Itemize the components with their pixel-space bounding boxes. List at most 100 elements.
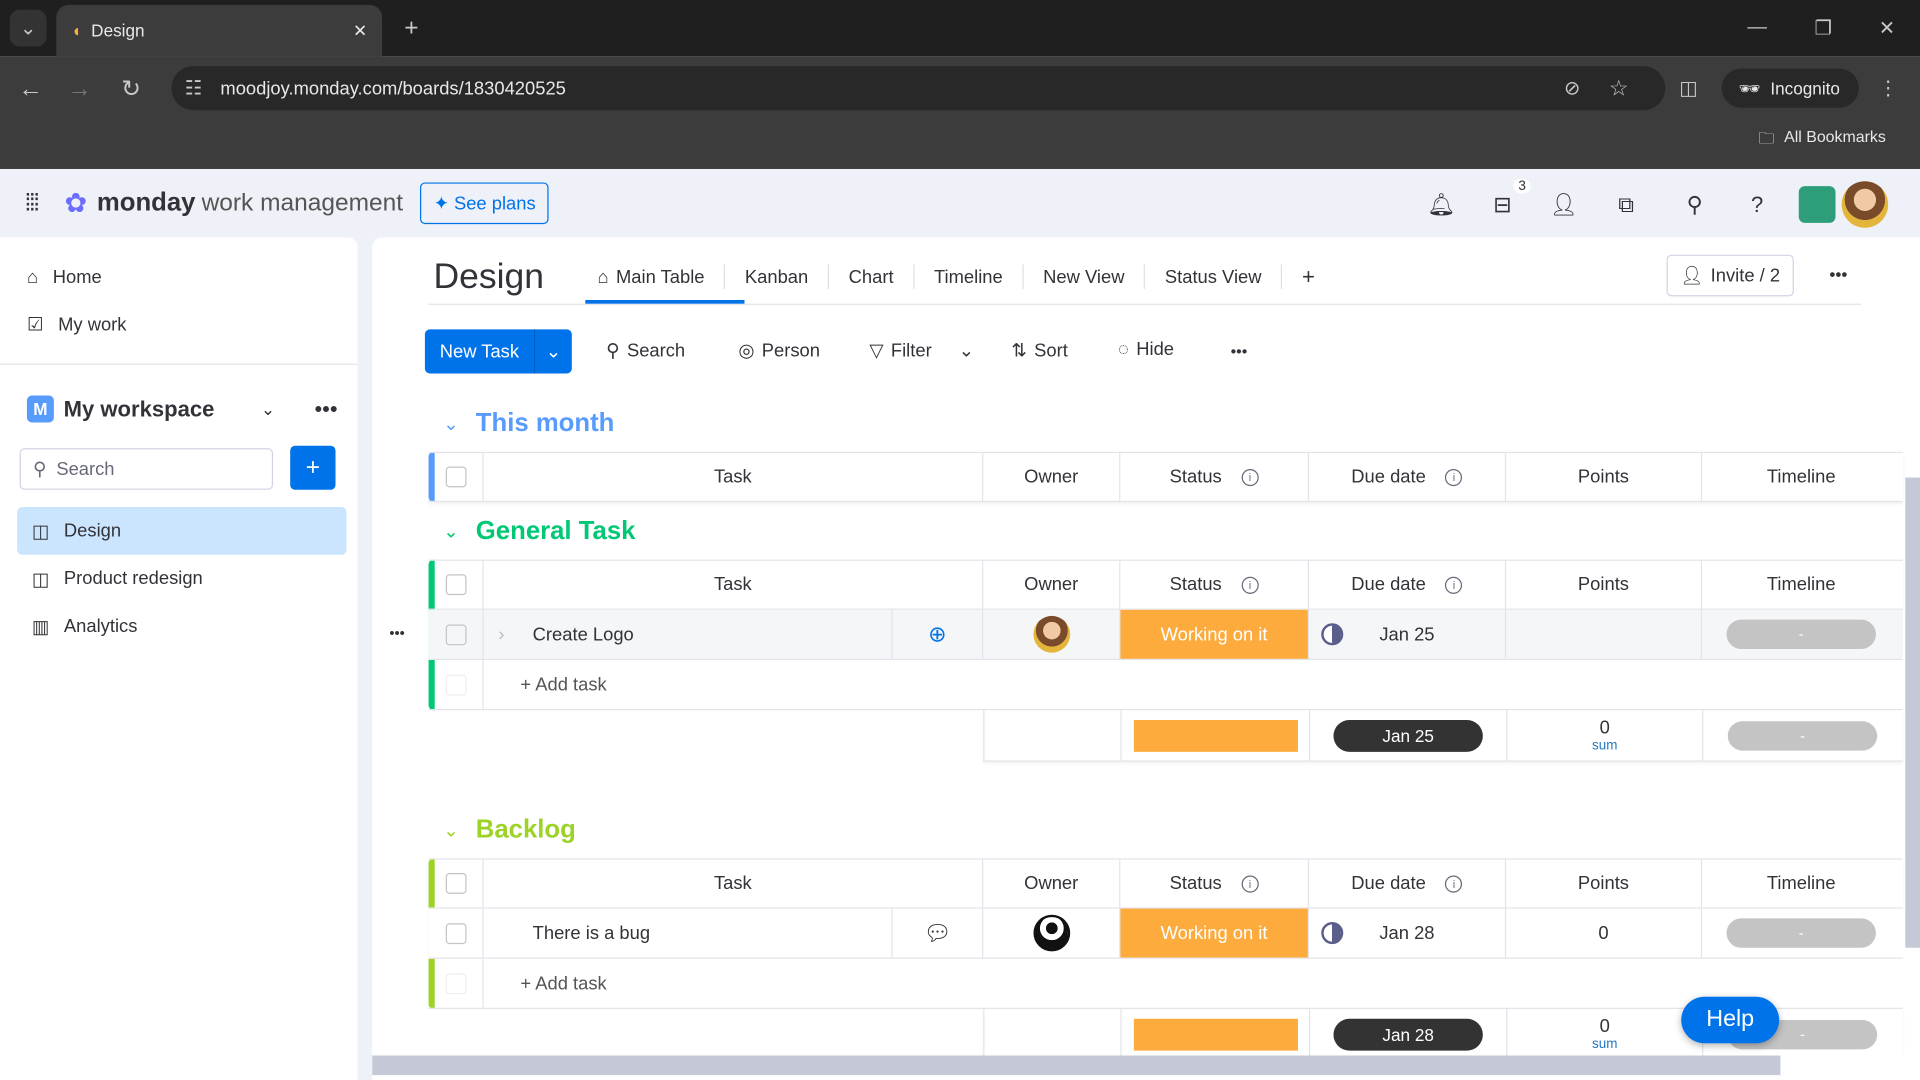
timeline-cell[interactable]: -: [1702, 610, 1900, 659]
browser-tab[interactable]: ◖ Design ✕: [56, 4, 383, 57]
person-filter-button[interactable]: ◎ Person: [738, 339, 820, 361]
help-button[interactable]: Help: [1681, 996, 1780, 1044]
table-row[interactable]: › Create Logo ⊕ Working on it Jan 25 -: [428, 609, 1903, 661]
forward-icon[interactable]: →: [64, 73, 96, 105]
group-title[interactable]: Backlog: [476, 816, 576, 845]
conversation-icon[interactable]: ⊕: [891, 609, 984, 659]
close-window-icon[interactable]: ✕: [1869, 12, 1906, 44]
due-date-cell[interactable]: Jan 28: [1309, 908, 1507, 958]
column-header-due-date[interactable]: Due date i: [1309, 859, 1507, 908]
info-icon[interactable]: i: [1445, 874, 1463, 893]
conversation-icon[interactable]: 💬︎: [891, 908, 984, 958]
help-icon[interactable]: ?: [1741, 189, 1773, 221]
info-icon[interactable]: i: [1241, 468, 1259, 486]
all-bookmarks[interactable]: 🗀 All Bookmarks: [1758, 127, 1885, 154]
column-header-timeline[interactable]: Timeline: [1702, 561, 1900, 609]
reload-icon[interactable]: ↻: [115, 73, 147, 105]
info-icon[interactable]: i: [1241, 576, 1259, 594]
group-header[interactable]: ⌄ Backlog: [443, 816, 576, 845]
board-more-icon[interactable]: •••: [1829, 264, 1847, 284]
column-header-points[interactable]: Points: [1506, 859, 1703, 908]
column-header-task[interactable]: Task: [484, 453, 984, 501]
add-task-input[interactable]: + Add task: [484, 660, 606, 709]
task-name[interactable]: Create Logo: [533, 624, 634, 645]
info-icon[interactable]: i: [1241, 874, 1259, 893]
view-tab[interactable]: Timeline: [913, 264, 1022, 289]
eye-off-icon[interactable]: ⊘: [1558, 73, 1587, 102]
view-tab[interactable]: Status View: [1144, 264, 1281, 289]
column-header-status[interactable]: Status i: [1120, 859, 1309, 908]
column-header-points[interactable]: Points: [1506, 560, 1703, 609]
horizontal-scrollbar[interactable]: [372, 1055, 1781, 1076]
new-tab-icon[interactable]: +: [397, 12, 426, 44]
status-cell[interactable]: Working on it: [1120, 609, 1309, 659]
points-cell[interactable]: 0: [1506, 908, 1703, 958]
column-header-owner[interactable]: Owner: [983, 859, 1121, 908]
sort-button[interactable]: ⇅ Sort: [1011, 339, 1067, 361]
user-avatar[interactable]: [1841, 181, 1889, 228]
column-header-task[interactable]: Task: [484, 859, 984, 908]
add-view-button[interactable]: +: [1281, 264, 1334, 289]
search-button[interactable]: ⚲ Search: [606, 339, 685, 361]
invite-members-icon[interactable]: 👤︎: [1548, 189, 1580, 221]
table-row[interactable]: There is a bug 💬︎ Working on it Jan 28 0…: [428, 908, 1903, 959]
close-tab-icon[interactable]: ✕: [353, 20, 367, 41]
side-panel-icon[interactable]: ◫: [1674, 73, 1703, 102]
column-header-status[interactable]: Status i: [1120, 453, 1309, 501]
group-header[interactable]: ⌄ This month: [443, 409, 614, 438]
workspace-more-icon[interactable]: •••: [314, 396, 337, 422]
workspace-selector[interactable]: M My workspace ⌄ •••: [0, 387, 358, 431]
add-task-row[interactable]: + Add task: [428, 958, 1903, 1009]
person-placeholder-icon[interactable]: [1032, 914, 1070, 952]
column-header-due-date[interactable]: Due date i: [1309, 560, 1507, 609]
row-checkbox[interactable]: [445, 922, 466, 944]
search-icon[interactable]: ⚲: [1679, 189, 1711, 221]
column-header-due-date[interactable]: Due date i: [1309, 453, 1507, 501]
select-all-checkbox[interactable]: [445, 574, 466, 596]
expand-chevron-icon[interactable]: ›: [498, 624, 532, 645]
group-title[interactable]: General Task: [476, 517, 636, 546]
invite-button[interactable]: 👤︎ Invite / 2: [1666, 254, 1794, 297]
column-header-owner[interactable]: Owner: [983, 453, 1121, 501]
sidebar-board-item[interactable]: ◫ Design: [17, 506, 347, 555]
hide-button[interactable]: ◌ Hide: [1118, 339, 1174, 360]
filter-button[interactable]: ▽ Filter ⌄: [869, 339, 974, 361]
sidebar-item-my-work[interactable]: ☑ My work: [0, 302, 358, 346]
vertical-scrollbar[interactable]: [1905, 477, 1920, 948]
bookmark-star-icon[interactable]: ☆: [1604, 73, 1633, 102]
group-title[interactable]: This month: [476, 409, 615, 438]
points-cell[interactable]: [1506, 609, 1703, 659]
add-board-button[interactable]: +: [290, 445, 336, 490]
integrations-puzzle-icon[interactable]: ⧉: [1610, 189, 1642, 221]
row-checkbox[interactable]: [445, 623, 466, 645]
column-header-timeline[interactable]: Timeline: [1702, 860, 1900, 908]
new-task-label[interactable]: New Task: [425, 329, 536, 374]
see-plans-button[interactable]: ✦ See plans: [420, 182, 550, 225]
task-name[interactable]: There is a bug: [533, 923, 650, 944]
tab-search-icon[interactable]: ⌄: [9, 9, 47, 47]
due-date-cell[interactable]: Jan 25: [1309, 609, 1507, 659]
collapse-chevron-icon[interactable]: ⌄: [443, 413, 458, 435]
select-all-checkbox[interactable]: [445, 873, 466, 894]
select-all-checkbox[interactable]: [445, 466, 466, 488]
column-header-task[interactable]: Task: [484, 560, 984, 609]
address-bar[interactable]: ☷ moodjoy.monday.com/boards/1830420525: [171, 66, 1666, 111]
restore-icon[interactable]: ❐: [1805, 12, 1842, 44]
sidebar-board-item[interactable]: ▥ Analytics: [17, 602, 346, 650]
group-header[interactable]: ⌄ General Task: [443, 517, 635, 546]
owner-avatar[interactable]: [1032, 615, 1070, 653]
incognito-badge[interactable]: 🕶 Incognito: [1721, 68, 1859, 108]
status-summary-bar[interactable]: [1133, 1018, 1298, 1051]
toolbar-more-icon[interactable]: •••: [1231, 342, 1248, 360]
new-task-button[interactable]: New Task ⌄: [424, 329, 572, 374]
browser-menu-icon[interactable]: ⋮: [1876, 73, 1900, 102]
back-icon[interactable]: ←: [15, 73, 47, 105]
collapse-chevron-icon[interactable]: ⌄: [443, 520, 458, 543]
row-more-icon[interactable]: •••: [389, 624, 404, 641]
apps-grid-icon[interactable]: ⁞⁞⁞: [24, 189, 39, 217]
column-header-timeline[interactable]: Timeline: [1702, 453, 1900, 501]
collapse-chevron-icon[interactable]: ⌄: [443, 819, 458, 841]
chevron-down-icon[interactable]: ⌄: [261, 399, 275, 420]
view-tab[interactable]: Kanban: [724, 264, 828, 289]
add-task-input[interactable]: + Add task: [484, 959, 606, 1008]
